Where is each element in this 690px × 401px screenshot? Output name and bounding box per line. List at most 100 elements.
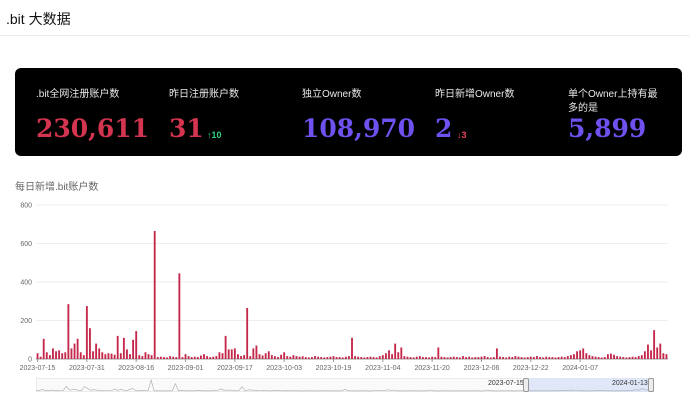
chart-title: 每日新增.bit账户数 [15, 182, 99, 193]
zoom-end-label: 2024-01-13 [612, 380, 648, 387]
bar [295, 356, 298, 359]
bar [126, 349, 128, 360]
bar [406, 356, 409, 359]
daily-accounts-bar-chart: 0 200 400 600 800 2023-07-15 2023-07-31 2023-08… [20, 203, 668, 372]
bar [212, 356, 215, 359]
bar [384, 353, 387, 359]
bar [341, 357, 344, 359]
bar [412, 357, 415, 359]
bar [301, 356, 304, 359]
bar [597, 357, 600, 359]
bar [462, 356, 464, 359]
bar [418, 356, 421, 359]
bar [153, 230, 156, 359]
bar [514, 356, 517, 359]
bar [36, 353, 39, 359]
bar [381, 355, 384, 359]
bar [585, 353, 588, 359]
stat-label: 独立Owner数 [302, 89, 362, 100]
bar [181, 357, 184, 359]
bar [169, 356, 172, 359]
bar [471, 357, 474, 359]
bar [64, 352, 67, 359]
bar [372, 357, 375, 359]
bar [625, 357, 628, 359]
bar [89, 328, 91, 359]
stats-panel: .bit全网注册账户数 230,611 昨日注册账户数 31 ↑10 独立Own… [15, 68, 682, 156]
bar [58, 350, 61, 359]
bar [647, 344, 649, 359]
bar [113, 354, 116, 359]
x-tick-label: 2023-10-03 [266, 365, 302, 372]
bar [606, 354, 609, 359]
bar [193, 356, 196, 359]
bar [483, 356, 486, 359]
bar [326, 357, 329, 359]
bar [317, 356, 320, 359]
bar [662, 353, 665, 359]
bar [203, 354, 205, 359]
bar [85, 306, 88, 359]
bar [224, 335, 227, 359]
stat-value: 2 [435, 114, 453, 143]
y-tick-label: 0 [28, 357, 32, 364]
bar [347, 356, 350, 359]
zoom-handle-right[interactable] [648, 378, 654, 392]
bar [344, 356, 347, 359]
bar [569, 355, 572, 359]
bar [477, 357, 480, 359]
bar [243, 355, 246, 359]
bar [200, 355, 202, 359]
bar [252, 348, 255, 359]
bar [218, 352, 221, 359]
x-tick-label: 2024-01-07 [562, 365, 598, 372]
stat-label: 昨日新增Owner数 [435, 89, 515, 100]
bar [277, 357, 279, 359]
y-tick-label: 800 [20, 203, 32, 210]
bar [443, 357, 446, 359]
x-tick-label: 2023-09-17 [217, 365, 253, 372]
bar [508, 356, 511, 359]
bar [643, 351, 646, 359]
bar [566, 356, 569, 359]
bar [375, 357, 378, 359]
bar [532, 357, 535, 359]
bar [465, 357, 467, 359]
bar [320, 357, 323, 359]
bar [603, 357, 606, 359]
bar [307, 357, 310, 359]
bar [61, 353, 64, 359]
bar [357, 356, 360, 359]
bar [548, 357, 551, 359]
bar [144, 352, 147, 359]
bar [332, 356, 335, 359]
bar [92, 351, 94, 359]
bar [634, 357, 637, 359]
zoom-start-label: 2023-07-15 [488, 380, 524, 387]
bar [576, 351, 578, 359]
bar [172, 356, 175, 359]
bar [246, 307, 249, 359]
bar [539, 357, 541, 359]
zoom-slider[interactable]: 2023-07-15 2024-01-13 [36, 378, 654, 392]
stat-value: 230,611 [36, 114, 150, 143]
bar [163, 357, 165, 359]
bar [233, 348, 236, 359]
bar [545, 356, 548, 359]
bar [39, 356, 42, 359]
bar [628, 357, 631, 359]
bar [520, 357, 523, 359]
bar [82, 355, 85, 359]
bar [175, 357, 178, 359]
bar [360, 357, 363, 359]
bar [129, 354, 131, 359]
bar [255, 345, 258, 359]
bar [600, 357, 603, 359]
bar [76, 338, 79, 359]
bar [209, 357, 212, 359]
bar [280, 354, 283, 359]
bar [468, 356, 471, 359]
bar [116, 335, 119, 359]
zoom-handle-left[interactable] [523, 378, 529, 392]
bar [517, 356, 520, 359]
